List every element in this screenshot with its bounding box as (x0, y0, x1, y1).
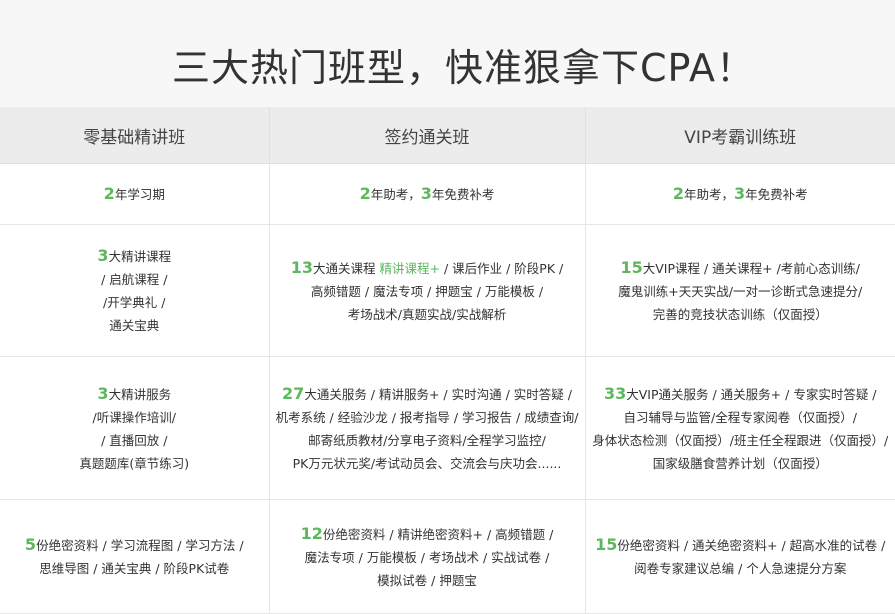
cell-period-basic: 2年学习期 (0, 163, 269, 225)
highlight-number: 33 (603, 383, 627, 403)
highlight-number: 27 (282, 383, 305, 403)
highlight-number: 15 (620, 257, 643, 277)
cell-text: / 直播回放 / (101, 432, 168, 448)
cell-text: 年学习期 (114, 187, 165, 202)
cell-text: 大通关课程 (313, 260, 380, 276)
cell-text: 自习辅导与监管/全程专家阅卷（仅面授）/ (623, 409, 857, 425)
cell-text: 大通关服务 / 精讲服务+ / 实时沟通 / 实时答疑 / (304, 386, 572, 402)
highlight-number: 2 (672, 184, 684, 203)
table-row-courses: 3大精讲课程 / 启航课程 / /开学典礼 / 通关宝典 13大通关课程 精讲课… (0, 224, 895, 357)
cell-services-contract: 27大通关服务 / 精讲服务+ / 实时沟通 / 实时答疑 / 机考系统 / 经… (268, 356, 585, 500)
cell-text: 高频错题 / 魔法专项 / 押题宝 / 万能模板 / (310, 283, 544, 299)
table-row-period: 2年学习期 2年助考，3年免费补考 2年助考，3年免费补考 (0, 163, 895, 225)
highlight-text: 精讲课程+ (379, 260, 440, 276)
table-row-materials: 5份绝密资料 / 学习流程图 / 学习方法 / 思维导图 / 通关宝典 / 阶段… (0, 499, 895, 614)
cell-text: 模拟试卷 / 押题宝 (377, 572, 477, 588)
column-header-basic: 零基础精讲班 (0, 107, 269, 164)
cell-text: 大VIP通关服务 / 通关服务+ / 专家实时答疑 / (626, 386, 877, 402)
highlight-number: 13 (290, 257, 314, 277)
cell-text: /开学典礼 / (103, 295, 166, 310)
cell-text: 年免费补考 (431, 187, 495, 202)
highlight-number: 3 (420, 184, 432, 203)
cell-courses-vip: 15大VIP课程 / 通关课程+ /考前心态训练/ 魔鬼训练+天天实战/一对一诊… (584, 224, 895, 357)
cell-materials-contract: 12份绝密资料 / 精讲绝密资料+ / 高频错题 / 魔法专项 / 万能模板 /… (268, 499, 585, 614)
column-header-contract: 签约通关班 (268, 107, 585, 164)
cell-text: 大精讲课程 (108, 249, 172, 264)
cell-text: 完善的竞技状态训练（仅面授） (652, 306, 828, 322)
highlight-number: 5 (24, 535, 37, 554)
cell-text: 份绝密资料 / 精讲绝密资料+ / 高频错题 / (322, 526, 554, 542)
highlight-number: 12 (300, 523, 323, 543)
cell-text: 年助考， (370, 187, 421, 202)
highlight-number: 3 (734, 184, 746, 203)
cell-text: 考场战术/真题实战/实战解析 (347, 306, 507, 322)
cell-text: / 课后作业 / 阶段PK / (439, 260, 564, 276)
cell-text: 年免费补考 (745, 187, 808, 202)
cell-text: 魔鬼训练+天天实战/一对一诊断式急速提分/ (618, 283, 863, 299)
cell-courses-basic: 3大精讲课程 / 启航课程 / /开学典礼 / 通关宝典 (0, 224, 269, 357)
cell-text: 份绝密资料 / 通关绝密资料+ / 超高水准的试卷 / (617, 538, 886, 553)
cell-period-vip: 2年助考，3年免费补考 (584, 163, 895, 225)
cell-period-contract: 2年助考，3年免费补考 (268, 163, 585, 225)
cell-text: 邮寄纸质教材/分享电子资料/全程学习监控/ (308, 432, 546, 448)
cell-materials-vip: 15份绝密资料 / 通关绝密资料+ / 超高水准的试卷 / 阅卷专家建议总编 /… (584, 499, 895, 614)
cell-text: 机考系统 / 经验沙龙 / 报考指导 / 学习报告 / 成绩查询/ (275, 409, 579, 425)
cell-text: PK万元状元奖/考试动员会、交流会与庆功会...... (292, 455, 562, 471)
highlight-number: 2 (103, 184, 115, 203)
title-banner: 三大热门班型，快准狠拿下CPA！ (0, 0, 895, 107)
column-header-vip: VIP考霸训练班 (584, 107, 895, 164)
highlight-number: 15 (595, 535, 618, 554)
cell-materials-basic: 5份绝密资料 / 学习流程图 / 学习方法 / 思维导图 / 通关宝典 / 阶段… (0, 499, 269, 614)
comparison-table: 零基础精讲班 签约通关班 VIP考霸训练班 2年学习期 2年助考，3年免费补考 … (0, 107, 895, 614)
highlight-number: 2 (359, 184, 371, 203)
cell-text: 国家级膳食营养计划（仅面授） (652, 455, 828, 471)
cell-text: 阅卷专家建议总编 / 个人急速提分方案 (634, 561, 847, 576)
cell-services-basic: 3大精讲服务 /听课操作培训/ / 直播回放 / 真题题库(章节练习) (0, 356, 269, 500)
cell-courses-contract: 13大通关课程 精讲课程+ / 课后作业 / 阶段PK / 高频错题 / 魔法专… (268, 224, 585, 357)
header-row: 零基础精讲班 签约通关班 VIP考霸训练班 (0, 107, 895, 164)
page-title: 三大热门班型，快准狠拿下CPA！ (172, 46, 756, 91)
cell-text: 思维导图 / 通关宝典 / 阶段PK试卷 (39, 561, 230, 576)
cell-text: 份绝密资料 / 学习流程图 / 学习方法 / (36, 538, 244, 553)
cell-text: 大精讲服务 (108, 386, 172, 402)
table-row-services: 3大精讲服务 /听课操作培训/ / 直播回放 / 真题题库(章节练习) 27大通… (0, 356, 895, 500)
cell-text: 身体状态检测（仅面授）/班主任全程跟进（仅面授）/ (592, 432, 889, 448)
cell-services-vip: 33大VIP通关服务 / 通关服务+ / 专家实时答疑 / 自习辅导与监管/全程… (584, 356, 895, 500)
cell-text: 大VIP课程 / 通关课程+ /考前心态训练/ (642, 260, 861, 276)
cell-text: 年助考， (683, 187, 734, 202)
highlight-number: 3 (97, 246, 109, 265)
cell-text: /听课操作培训/ (92, 409, 176, 425)
cell-text: 真题题库(章节练习) (79, 455, 190, 471)
cell-text: 通关宝典 (109, 318, 160, 333)
cell-text: / 启航课程 / (101, 272, 168, 287)
highlight-number: 3 (97, 383, 109, 403)
cell-text: 魔法专项 / 万能模板 / 考场战术 / 实战试卷 / (304, 549, 550, 565)
